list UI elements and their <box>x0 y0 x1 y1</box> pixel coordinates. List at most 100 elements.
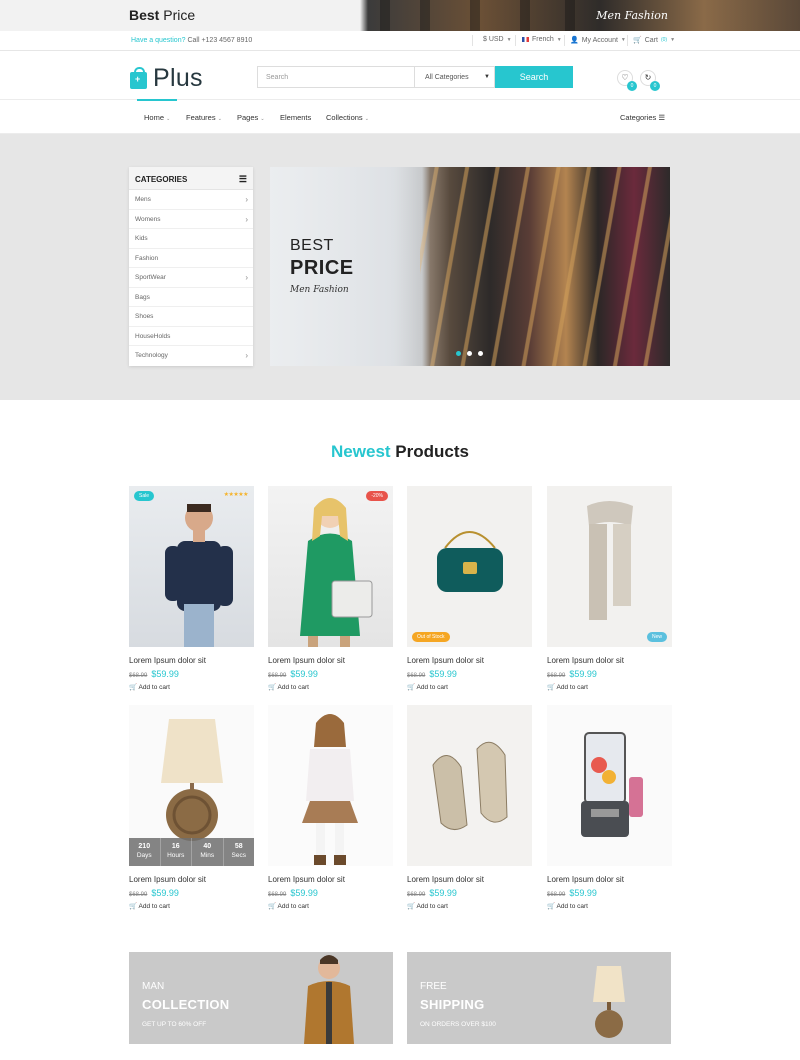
category-item-bags[interactable]: Bags <box>129 288 253 307</box>
chevron-down-icon: ▼ <box>556 36 562 43</box>
cart-icon: 🛒 <box>129 684 138 691</box>
slider-dot[interactable] <box>467 351 472 356</box>
chevron-down-icon: ▼ <box>506 36 512 43</box>
nav-elements[interactable]: Elements <box>280 113 311 122</box>
product-name[interactable]: Lorem Ipsum dolor sit <box>129 875 254 884</box>
cart-menu[interactable]: 🛒 Cart (0) ▼ <box>633 36 675 45</box>
product-name[interactable]: Lorem Ipsum dolor sit <box>129 656 254 665</box>
teal-handbag-image <box>437 531 503 592</box>
cart-icon: 🛒 <box>268 903 277 910</box>
add-to-cart-button[interactable]: 🛒 Add to cart <box>268 902 393 910</box>
site-logo[interactable]: Plus <box>130 64 203 93</box>
lamp-image <box>593 966 625 1038</box>
nav-active-indicator <box>137 99 177 101</box>
add-to-cart-button[interactable]: 🛒 Add to cart <box>268 683 393 691</box>
info-bar: Have a question? Call +123 4567 8910 $ U… <box>0 31 800 51</box>
product-image[interactable]: New <box>547 486 672 647</box>
nav-features[interactable]: Features ⌄ <box>186 113 222 122</box>
language-selector[interactable]: French ▼ <box>522 36 562 43</box>
nav-categories[interactable]: Categories ☰ <box>620 113 665 122</box>
product-image[interactable]: 210 Days 16 Hours 40 Mins 58 Secs <box>129 705 254 866</box>
category-item-kids[interactable]: Kids <box>129 229 253 249</box>
cart-icon: 🛒 <box>547 903 556 910</box>
product-image[interactable] <box>547 705 672 866</box>
category-panel-header: CATEGORIES ☰ <box>129 167 253 190</box>
product-name[interactable]: Lorem Ipsum dolor sit <box>407 875 532 884</box>
slider-dot[interactable] <box>456 351 461 356</box>
product-card[interactable]: -20% Lorem Ipsum dolor sit $68.99 $59.99 … <box>268 486 393 691</box>
product-name[interactable]: Lorem Ipsum dolor sit <box>407 656 532 665</box>
category-item-fashion[interactable]: Fashion <box>129 249 253 268</box>
category-item-sportwear[interactable]: SportWear › <box>129 268 253 288</box>
product-card[interactable]: New Lorem Ipsum dolor sit $68.99 $59.99 🛒… <box>547 486 672 691</box>
promo-free-shipping[interactable]: FREE SHIPPING ON ORDERS OVER $100 <box>407 952 671 1044</box>
nav-collections[interactable]: Collections ⌄ <box>326 113 369 122</box>
blender-image <box>581 732 643 837</box>
product-image[interactable] <box>407 705 532 866</box>
category-item-shoes[interactable]: Shoes <box>129 307 253 327</box>
category-item-mens[interactable]: Mens › <box>129 190 253 210</box>
menu-icon: ☰ <box>658 113 666 122</box>
wishlist-count: 0 <box>627 81 637 91</box>
hero-slider[interactable]: BEST PRICE Men Fashion <box>270 167 670 366</box>
banner-title: Best Price <box>129 7 196 23</box>
category-item-womens[interactable]: Womens › <box>129 210 253 229</box>
top-banner[interactable]: Best Price Men Fashion <box>0 0 800 31</box>
chevron-down-icon: ⌄ <box>364 116 369 122</box>
product-card[interactable]: Out of Stock Lorem Ipsum dolor sit $68.9… <box>407 486 532 691</box>
promo-man-collection[interactable]: MAN COLLECTION GET UP TO 60% OFF <box>129 952 393 1044</box>
product-image[interactable]: -20% <box>268 486 393 647</box>
clothing-rack-image <box>420 167 670 366</box>
currency-selector[interactable]: $ USD ▼ <box>483 36 512 43</box>
nav-pages[interactable]: Pages ⌄ <box>237 113 265 122</box>
search-button[interactable]: Search <box>495 66 573 88</box>
category-item-households[interactable]: HouseHolds <box>129 327 253 346</box>
menu-icon[interactable]: ☰ <box>239 174 247 185</box>
product-card[interactable]: Lorem Ipsum dolor sit $68.99 $59.99 🛒 Add… <box>268 705 393 910</box>
category-select[interactable]: All Categories ▼ <box>415 66 495 88</box>
man-sweater-image <box>165 504 233 647</box>
nav-home[interactable]: Home ⌄ <box>144 113 170 122</box>
product-price: $68.99 $59.99 <box>129 888 179 898</box>
product-name[interactable]: Lorem Ipsum dolor sit <box>268 875 393 884</box>
nav-divider <box>0 99 800 100</box>
add-to-cart-button[interactable]: 🛒 Add to cart <box>129 902 254 910</box>
product-price: $68.99 $59.99 <box>407 669 457 679</box>
product-card[interactable]: 210 Days 16 Hours 40 Mins 58 Secs Lorem Ipsu… <box>129 705 254 910</box>
product-image[interactable]: Sale ★★★★★ <box>129 486 254 647</box>
product-price: $68.99 $59.99 <box>547 888 597 898</box>
product-price: $68.99 $59.99 <box>547 669 597 679</box>
cart-icon: 🛒 <box>268 684 277 691</box>
product-image[interactable] <box>268 705 393 866</box>
chevron-right-icon: › <box>245 273 248 282</box>
search-input[interactable]: Search <box>257 66 415 88</box>
add-to-cart-button[interactable]: 🛒 Add to cart <box>407 683 532 691</box>
girl-image <box>302 714 358 865</box>
add-to-cart-button[interactable]: 🛒 Add to cart <box>547 902 672 910</box>
product-name[interactable]: Lorem Ipsum dolor sit <box>547 656 672 665</box>
section-title: Newest Products <box>331 442 469 461</box>
product-name[interactable]: Lorem Ipsum dolor sit <box>268 656 393 665</box>
man-jacket-image <box>304 955 354 1044</box>
product-card[interactable]: Lorem Ipsum dolor sit $68.99 $59.99 🛒 Add… <box>407 705 532 910</box>
chevron-down-icon: ⌄ <box>260 116 265 122</box>
add-to-cart-button[interactable]: 🛒 Add to cart <box>547 683 672 691</box>
shopping-bag-icon <box>130 67 147 89</box>
account-menu[interactable]: 👤 My Account ▼ <box>570 36 626 45</box>
add-to-cart-button[interactable]: 🛒 Add to cart <box>129 683 254 691</box>
heart-icon: ♡ <box>621 73 629 82</box>
cart-icon: 🛒 <box>547 684 556 691</box>
category-item-technology[interactable]: Technology › <box>129 346 253 366</box>
product-name[interactable]: Lorem Ipsum dolor sit <box>547 875 672 884</box>
refresh-icon: ↻ <box>644 73 652 82</box>
product-image[interactable]: Out of Stock <box>407 486 532 647</box>
chevron-down-icon: ⌄ <box>166 116 171 122</box>
user-icon: 👤 <box>570 37 579 44</box>
add-to-cart-button[interactable]: 🛒 Add to cart <box>407 902 532 910</box>
category-panel: CATEGORIES ☰ Mens › Womens › Kids Fashion S… <box>129 167 253 366</box>
product-card[interactable]: Lorem Ipsum dolor sit $68.99 $59.99 🛒 Add… <box>547 705 672 910</box>
cart-icon: 🛒 <box>407 684 416 691</box>
product-card[interactable]: Sale ★★★★★ Lorem Ipsum dolor sit $68.99 $… <box>129 486 254 691</box>
product-price: $68.99 $59.99 <box>407 888 457 898</box>
slider-dot[interactable] <box>478 351 483 356</box>
